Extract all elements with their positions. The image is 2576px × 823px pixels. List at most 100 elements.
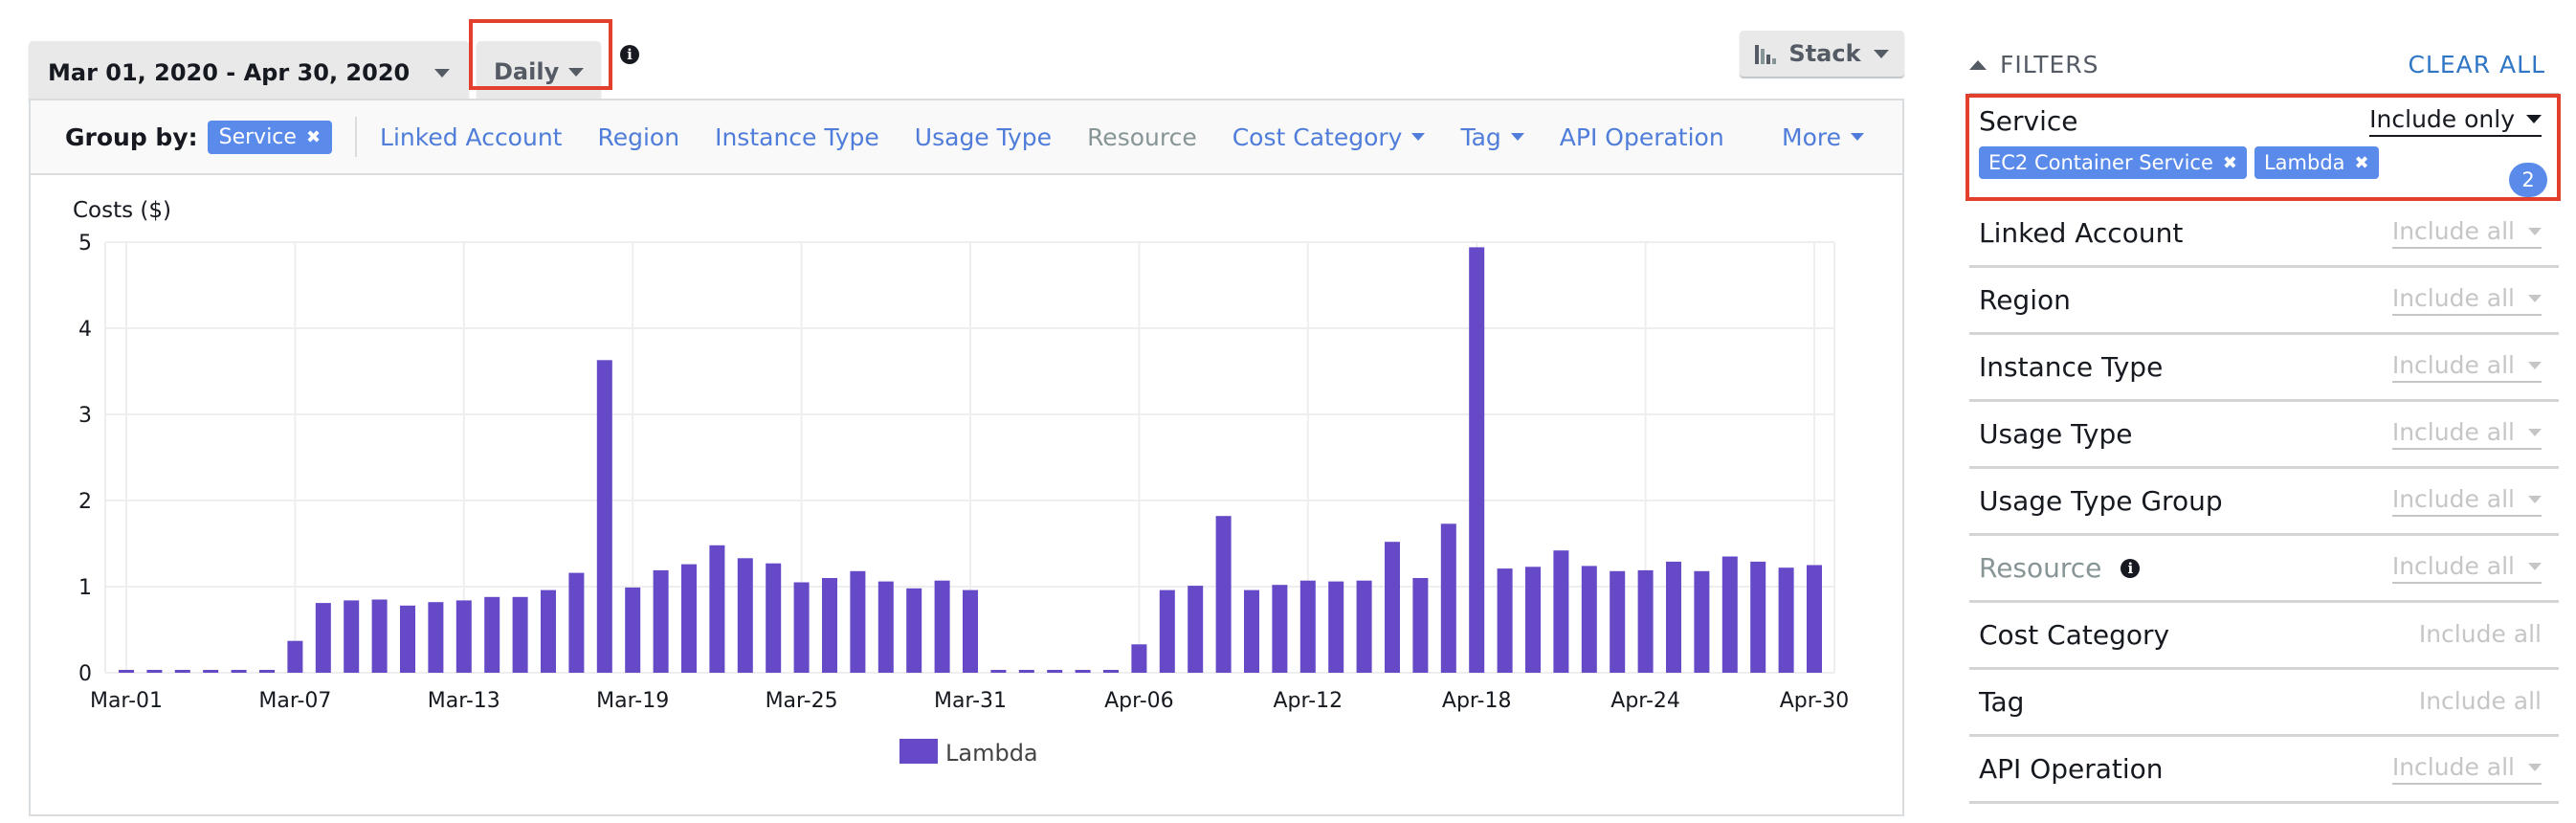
group-by-option-api-operation[interactable]: API Operation [1560, 123, 1724, 151]
bar-Mar-06[interactable] [259, 670, 275, 673]
filter-mode-value: Include all [2391, 217, 2515, 245]
filter-resource: Resource i Include all [1969, 536, 2559, 603]
bar-Mar-14[interactable] [484, 596, 500, 673]
date-range-picker[interactable]: Mar 01, 2020 - Apr 30, 2020 [29, 41, 469, 104]
group-by-option-linked-account[interactable]: Linked Account [380, 123, 562, 151]
bar-Apr-29[interactable] [1778, 567, 1794, 673]
filter-mode-dropdown[interactable]: Include all [2391, 753, 2542, 785]
bar-Mar-29[interactable] [906, 588, 922, 673]
bar-Mar-05[interactable] [231, 670, 247, 673]
legend-label[interactable]: Lambda [945, 740, 1038, 767]
bar-Mar-27[interactable] [850, 570, 866, 673]
bar-Mar-04[interactable] [203, 670, 219, 673]
bar-Mar-30[interactable] [934, 580, 950, 673]
info-icon[interactable]: i [2121, 558, 2141, 578]
bar-Mar-07[interactable] [287, 640, 303, 673]
info-icon[interactable]: i [620, 45, 639, 64]
bar-Apr-21[interactable] [1553, 550, 1569, 673]
x-tick-label: Mar-01 [90, 689, 163, 713]
bar-Mar-08[interactable] [315, 603, 331, 673]
bar-Mar-16[interactable] [541, 589, 556, 673]
group-by-bar: Group by: Service ✖ Linked Account Region… [29, 99, 1904, 175]
bar-Mar-12[interactable] [428, 602, 444, 673]
bar-Apr-15[interactable] [1385, 542, 1400, 673]
bar-Apr-26[interactable] [1694, 570, 1710, 673]
bar-chart-icon [1755, 43, 1776, 64]
chevron-down-icon [2528, 495, 2542, 503]
bar-Mar-18[interactable] [596, 360, 612, 673]
bar-Apr-06[interactable] [1131, 644, 1147, 673]
bar-Apr-23[interactable] [1610, 570, 1626, 673]
bar-Apr-19[interactable] [1497, 568, 1513, 673]
filter-mode-dropdown: Include all [2419, 687, 2542, 717]
bar-Mar-23[interactable] [737, 558, 753, 673]
bar-Mar-17[interactable] [568, 572, 585, 673]
bar-Apr-04[interactable] [1075, 670, 1091, 673]
bar-Apr-01[interactable] [990, 670, 1007, 673]
bar-Apr-17[interactable] [1440, 523, 1456, 673]
bar-Apr-07[interactable] [1159, 589, 1175, 673]
clear-all-button[interactable]: CLEAR ALL [2408, 51, 2545, 78]
bar-Mar-25[interactable] [793, 582, 810, 674]
bar-Apr-30[interactable] [1807, 565, 1822, 674]
bar-Apr-11[interactable] [1272, 585, 1288, 673]
bar-Mar-01[interactable] [119, 670, 134, 673]
chevron-down-icon [1411, 133, 1426, 141]
bar-Apr-12[interactable] [1299, 580, 1316, 673]
x-tick-label: Apr-18 [1442, 689, 1512, 713]
filter-mode-dropdown[interactable]: Include all [2391, 418, 2542, 450]
bar-Apr-10[interactable] [1244, 589, 1259, 673]
bar-Mar-22[interactable] [709, 545, 725, 673]
bar-Apr-18[interactable] [1469, 247, 1485, 673]
bar-Mar-21[interactable] [681, 564, 697, 673]
y-tick-label: 2 [78, 490, 92, 514]
bar-Mar-15[interactable] [512, 596, 528, 673]
bar-Mar-11[interactable] [400, 605, 415, 673]
group-by-option-instance-type[interactable]: Instance Type [715, 123, 879, 151]
more-dropdown[interactable]: More [1782, 123, 1864, 151]
x-tick-label: Mar-31 [934, 689, 1007, 713]
bar-Apr-27[interactable] [1721, 556, 1738, 674]
bar-Mar-19[interactable] [625, 587, 641, 673]
filter-mode-dropdown[interactable]: Include all [2391, 485, 2542, 517]
filter-label-text: Resource [1979, 552, 2102, 584]
bar-Apr-22[interactable] [1581, 566, 1597, 673]
bar-Apr-20[interactable] [1525, 567, 1541, 673]
filters-toggle[interactable]: FILTERS [1969, 51, 2099, 78]
group-by-option-usage-type[interactable]: Usage Type [915, 123, 1052, 151]
bar-Mar-20[interactable] [653, 569, 669, 673]
chevron-down-icon [2528, 361, 2542, 369]
chart-style-dropdown[interactable]: Stack [1740, 31, 1904, 77]
bar-Mar-28[interactable] [877, 581, 894, 673]
bar-Apr-08[interactable] [1188, 586, 1204, 673]
bar-Apr-03[interactable] [1047, 670, 1063, 673]
filter-mode-dropdown[interactable]: Include all [2391, 217, 2542, 249]
bar-Apr-02[interactable] [1018, 670, 1034, 673]
bar-Mar-09[interactable] [344, 600, 360, 673]
chevron-down-icon [1510, 133, 1524, 141]
bar-Mar-31[interactable] [963, 589, 978, 673]
bar-Apr-28[interactable] [1750, 561, 1766, 673]
bar-Mar-02[interactable] [146, 670, 163, 673]
bar-Mar-03[interactable] [174, 670, 190, 673]
bar-Mar-24[interactable] [766, 563, 782, 673]
filter-mode-dropdown[interactable]: Include all [2391, 552, 2542, 584]
bar-Apr-25[interactable] [1666, 561, 1681, 673]
group-by-option-cost-category[interactable]: Cost Category [1232, 123, 1426, 151]
group-by-chip-service[interactable]: Service ✖ [207, 120, 333, 154]
bar-Apr-09[interactable] [1215, 516, 1232, 673]
bar-Apr-24[interactable] [1637, 569, 1654, 673]
bar-Apr-14[interactable] [1356, 580, 1372, 673]
close-icon[interactable]: ✖ [306, 127, 321, 147]
bar-Apr-05[interactable] [1103, 670, 1119, 673]
filter-tag: Tag Include all [1969, 670, 2559, 737]
bar-Mar-13[interactable] [455, 600, 472, 673]
group-by-option-tag[interactable]: Tag [1460, 123, 1524, 151]
bar-Mar-10[interactable] [371, 599, 388, 674]
bar-Apr-13[interactable] [1328, 581, 1344, 673]
bar-Mar-26[interactable] [822, 578, 837, 673]
filter-mode-dropdown[interactable]: Include all [2391, 351, 2542, 383]
bar-Apr-16[interactable] [1412, 578, 1429, 673]
group-by-option-region[interactable]: Region [597, 123, 679, 151]
filter-mode-dropdown[interactable]: Include all [2391, 284, 2542, 316]
